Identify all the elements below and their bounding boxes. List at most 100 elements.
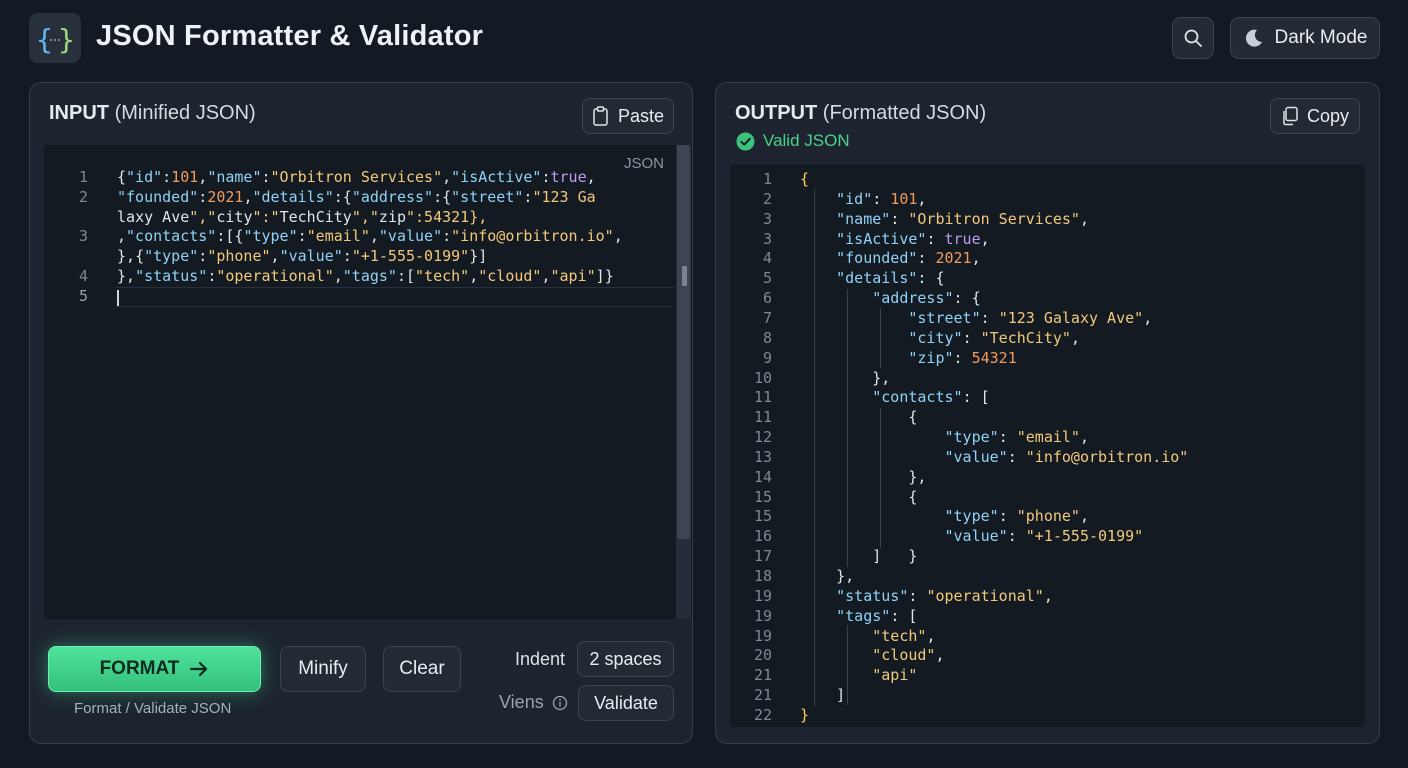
code-line: "contacts": [ [872, 388, 990, 407]
code-line: }, [836, 567, 855, 585]
line-number: 6 [762, 289, 772, 308]
output-editor[interactable]: 1 {2 "id": 101, 3 "name": "Orbitron Servic… [730, 165, 1365, 727]
current-line-highlight [116, 287, 674, 307]
code-line: { [908, 487, 918, 506]
line-number: 16 [753, 527, 772, 546]
code-line: "tech", [872, 626, 936, 645]
code-line: "type": "email", [944, 428, 1090, 447]
line-number [48, 246, 88, 266]
copy-icon [1283, 106, 1298, 126]
code-line: "founded":2021,"details":{"address":{"st… [117, 187, 596, 206]
line-number: 4 [78, 267, 88, 285]
code-line: "details": { [836, 269, 945, 288]
app-title: JSON Formatter & Validator [96, 20, 484, 52]
format-label: FORMAT [99, 658, 180, 679]
views-label-text: Viens [499, 692, 544, 712]
indent-select[interactable]: 2 spaces [577, 641, 674, 677]
input-panel: INPUT (Minified JSON) Paste JSON 1 {"id":… [29, 82, 693, 744]
code-line: ] [836, 686, 846, 705]
code-line: ,"contacts":[{"type":"email","value":"in… [117, 227, 623, 246]
code-line: { [800, 170, 810, 188]
code-line: "city": "TechCity", [908, 328, 1080, 347]
line-number: 19 [753, 626, 772, 645]
copy-label: Copy [1306, 105, 1350, 126]
code-line: { [908, 408, 918, 427]
moon-icon [1245, 29, 1262, 47]
code-line: "api" [872, 666, 918, 685]
code-line: "value": "+1-555-0199" [944, 527, 1144, 546]
line-number: 20 [753, 646, 772, 665]
braces-logo-icon: { } [29, 13, 81, 63]
output-title-sub: (Formatted JSON) [822, 102, 987, 124]
line-number: 21 [753, 666, 772, 685]
code-line: ] } [872, 547, 918, 566]
line-number [48, 207, 88, 227]
output-title-bold: OUTPUT [735, 102, 818, 124]
code-line: },"status":"operational","tags":["tech",… [117, 267, 614, 285]
line-number: 11 [753, 408, 772, 427]
code-line: laxy Ave","city":"TechCity","zip":54321}… [117, 207, 488, 226]
line-number: 14 [753, 467, 772, 486]
line-number: 13 [753, 447, 772, 466]
line-number: 9 [762, 348, 772, 367]
line-number: 21 [753, 686, 772, 705]
line-number: 3 [78, 227, 88, 246]
scrollbar-thumb[interactable] [677, 145, 690, 539]
paste-button[interactable]: Paste [582, 98, 674, 134]
line-number: 22 [753, 705, 772, 724]
text-caret [117, 290, 119, 306]
line-number: 12 [753, 428, 772, 447]
code-line: "name": "Orbitron Services", [836, 209, 1089, 228]
clipboard-icon [593, 106, 608, 126]
line-number: 5 [762, 269, 772, 288]
line-number: 3 [762, 209, 772, 228]
code-line: "tags": [ [836, 606, 918, 625]
minify-button[interactable]: Minify [280, 646, 366, 692]
line-number: 15 [753, 507, 772, 526]
line-number: 11 [753, 388, 772, 407]
line-number: 7 [762, 308, 772, 327]
line-number: 19 [753, 606, 772, 625]
copy-button[interactable]: Copy [1270, 98, 1360, 134]
arrow-right-icon [190, 661, 208, 677]
code-line: {"id":101,"name":"Orbitron Services","is… [117, 168, 596, 186]
code-line: "value": "info@orbitron.io" [944, 447, 1189, 466]
language-tag: JSON [623, 155, 664, 172]
code-line: "zip": 54321 [908, 348, 1017, 367]
line-number: 18 [753, 567, 772, 585]
code-line: }, [908, 467, 927, 486]
line-number: 19 [753, 586, 772, 605]
search-button[interactable] [1172, 17, 1214, 59]
format-button[interactable]: FORMAT [48, 646, 261, 692]
line-number: 17 [753, 547, 772, 566]
app-header: { } JSON Formatter & Validator Dark Mode [0, 0, 1408, 80]
views-label: Viens [499, 692, 568, 713]
clear-button[interactable]: Clear [383, 646, 461, 692]
line-number: 3 [762, 229, 772, 248]
check-circle-icon [736, 132, 755, 150]
search-icon [1184, 29, 1202, 47]
indent-label: Indent [515, 649, 566, 669]
line-number: 1 [762, 170, 772, 188]
line-number: 1 [78, 168, 88, 186]
format-subtitle: Format / Validate JSON [74, 700, 232, 717]
input-panel-title: INPUT (Minified JSON) [49, 102, 256, 125]
code-line: "isActive": true, [836, 229, 990, 248]
output-panel-title: OUTPUT (Formatted JSON) [735, 102, 986, 125]
info-icon[interactable] [552, 695, 568, 711]
validate-button[interactable]: Validate [578, 685, 674, 721]
line-number: 4 [762, 249, 772, 268]
dark-mode-button[interactable]: Dark Mode [1230, 17, 1380, 59]
line-number: 5 [78, 286, 88, 305]
dark-mode-label: Dark Mode [1274, 27, 1368, 48]
code-line: }, [872, 368, 891, 387]
line-number: 2 [762, 189, 772, 208]
validation-status: Valid JSON [736, 131, 850, 151]
line-number: 10 [753, 368, 772, 387]
code-line: "founded": 2021, [836, 249, 981, 268]
output-panel: OUTPUT (Formatted JSON) Copy Valid JSON … [715, 82, 1380, 744]
valid-label: Valid JSON [763, 131, 850, 150]
input-editor[interactable]: JSON 1 {"id":101,"name":"Orbitron Service… [44, 145, 692, 619]
svg-text:}: } [58, 23, 75, 56]
code-line: "status": "operational", [836, 586, 1053, 605]
